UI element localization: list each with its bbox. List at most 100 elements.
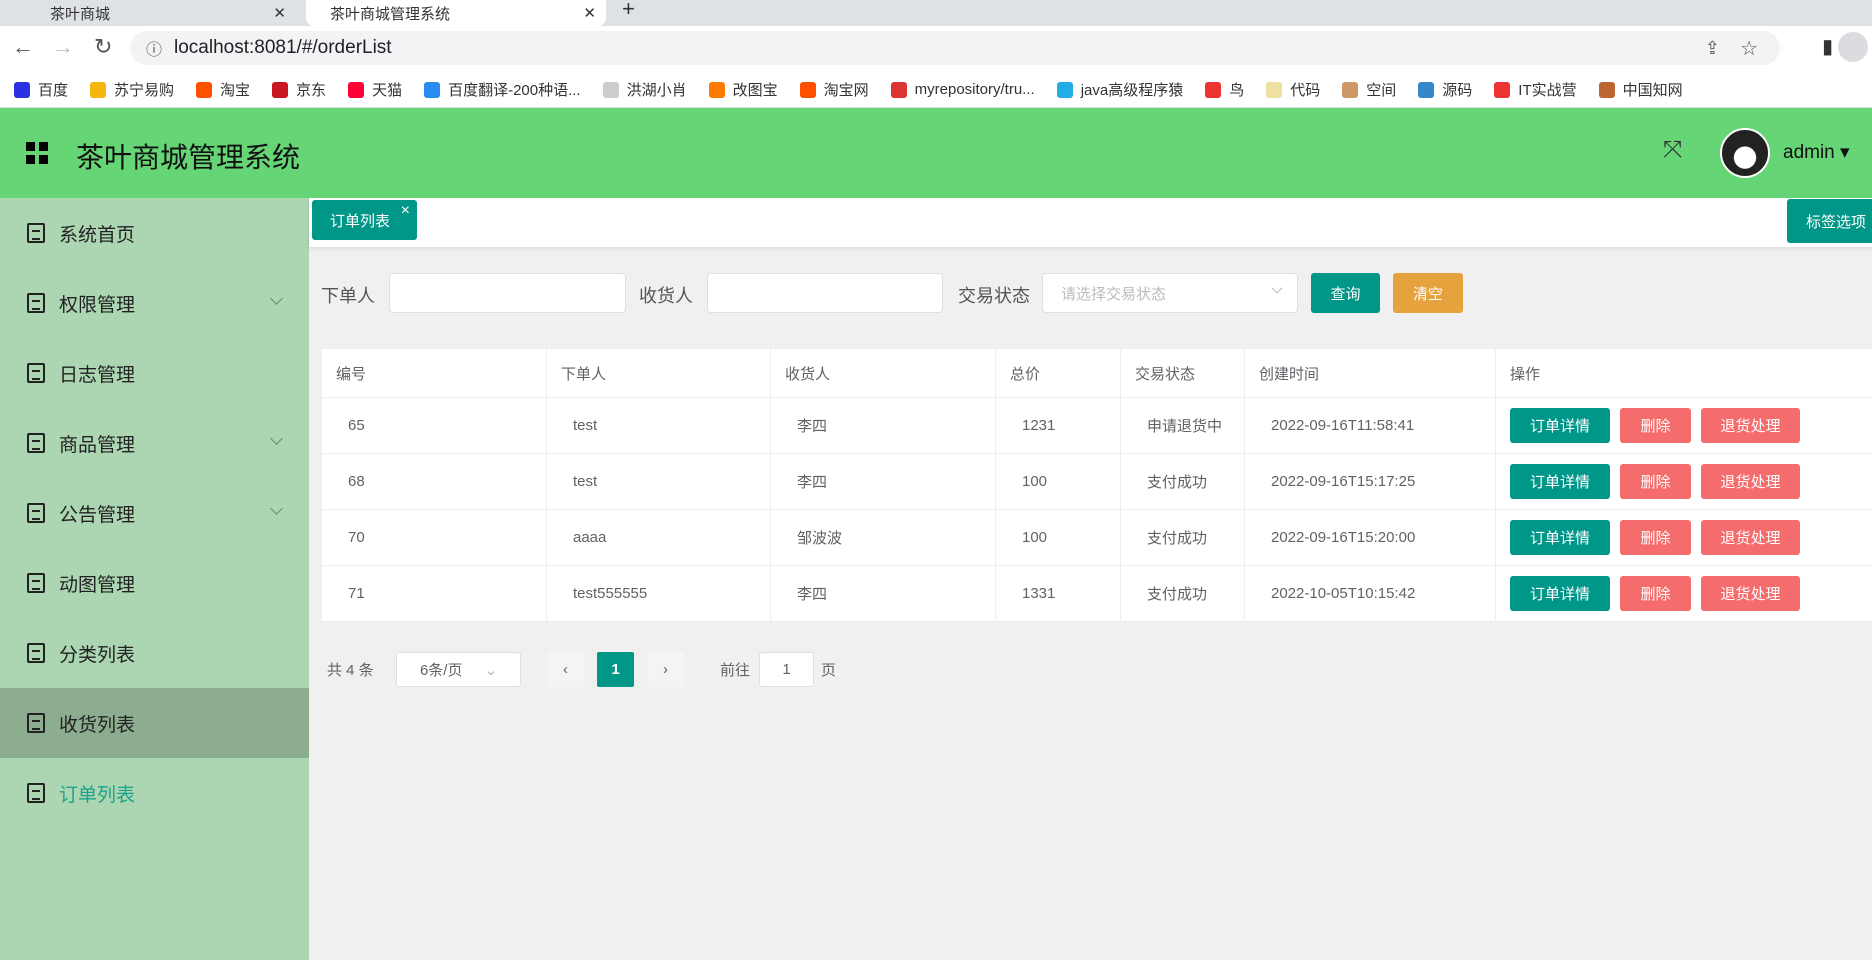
- tag-options-button[interactable]: 标签选项: [1787, 199, 1872, 243]
- document-icon: [27, 293, 45, 313]
- bookmark-icon: [348, 81, 365, 98]
- user-menu[interactable]: admin ▾: [1783, 141, 1850, 164]
- bookmark-item[interactable]: 淘宝网: [799, 79, 869, 100]
- status-label: 交易状态: [958, 286, 1030, 306]
- clear-button[interactable]: 清空: [1393, 273, 1463, 313]
- bookmark-icon: [1205, 81, 1222, 98]
- bookmark-item[interactable]: 京东: [272, 79, 326, 100]
- bookmark-item[interactable]: 中国知网: [1598, 79, 1683, 100]
- refund-button[interactable]: 退货处理: [1701, 464, 1800, 499]
- document-icon: [27, 643, 45, 663]
- sidebar: 系统首页 权限管理 日志管理 商品管理 公告管理 动图管理 分类列表 收货列表 订单列表: [0, 198, 309, 960]
- bookmark-item[interactable]: 百度: [14, 79, 68, 100]
- bookmark-item[interactable]: 空间: [1342, 79, 1396, 100]
- refund-button[interactable]: 退货处理: [1701, 408, 1800, 443]
- info-icon: ⓘ: [146, 42, 163, 59]
- delete-button[interactable]: 删除: [1620, 520, 1691, 555]
- star-icon[interactable]: ☆: [1740, 36, 1758, 61]
- bookmark-item[interactable]: 代码: [1266, 79, 1320, 100]
- table-cell: test: [547, 454, 771, 509]
- bookmark-item[interactable]: java高级程序猿: [1056, 79, 1183, 100]
- page-1-button[interactable]: 1: [597, 652, 634, 687]
- sidebar-item[interactable]: 订单列表: [0, 758, 309, 828]
- avatar[interactable]: [1720, 128, 1770, 178]
- sidebar-item[interactable]: 系统首页: [0, 198, 309, 268]
- table-cell: 2022-10-05T10:15:42: [1245, 566, 1496, 621]
- order-detail-button[interactable]: 订单详情: [1510, 576, 1610, 611]
- page-size-select[interactable]: 6条/页 ⌄: [396, 652, 521, 687]
- sidebar-toggle-icon[interactable]: ▮: [1822, 34, 1833, 59]
- document-icon: [27, 363, 45, 383]
- sidebar-item[interactable]: 商品管理: [0, 408, 309, 478]
- bookmark-item[interactable]: 洪湖小肖: [602, 79, 687, 100]
- close-icon[interactable]: ✕: [273, 4, 286, 22]
- receiver-input[interactable]: [707, 273, 943, 313]
- back-icon[interactable]: ←: [12, 34, 34, 60]
- new-tab-icon[interactable]: +: [622, 0, 635, 22]
- bookmark-item[interactable]: 淘宝: [196, 79, 250, 100]
- fullscreen-icon[interactable]: ⤧: [1663, 136, 1682, 164]
- bookmark-item[interactable]: 改图宝: [708, 79, 778, 100]
- browser-tab-active[interactable]: 茶叶商城管理系统 ✕: [306, 0, 606, 26]
- order-detail-button[interactable]: 订单详情: [1510, 520, 1610, 555]
- document-icon: [27, 713, 45, 733]
- refund-button[interactable]: 退货处理: [1701, 520, 1800, 555]
- table-cell: 71: [322, 566, 547, 621]
- order-detail-button[interactable]: 订单详情: [1510, 408, 1610, 443]
- table-cell: 100: [996, 510, 1121, 565]
- share-icon[interactable]: ⇪: [1705, 38, 1720, 59]
- bookmark-item[interactable]: myrepository/tru...: [890, 81, 1035, 98]
- order-detail-button[interactable]: 订单详情: [1510, 464, 1610, 499]
- delete-button[interactable]: 删除: [1620, 464, 1691, 499]
- bookmark-icon: [272, 81, 289, 98]
- sidebar-item[interactable]: 收货列表: [0, 688, 309, 758]
- status-select[interactable]: 请选择交易状态: [1042, 273, 1298, 313]
- bookmark-item[interactable]: IT实战营: [1494, 79, 1577, 100]
- orders-table: 编号 下单人 收货人 总价 交易状态 创建时间 操作 65 test 李四 1231 申请退货中 202…: [322, 349, 1872, 622]
- chevron-down-icon: [270, 292, 283, 305]
- sidebar-item[interactable]: 权限管理: [0, 268, 309, 338]
- browser-tabstrip: 茶叶商城 ✕ 茶叶商城管理系统 ✕ +: [0, 0, 1872, 26]
- prev-page-button[interactable]: ‹: [547, 652, 584, 687]
- tag-order-list[interactable]: 订单列表 ×: [312, 200, 417, 240]
- document-icon: [27, 433, 45, 453]
- sidebar-item[interactable]: 日志管理: [0, 338, 309, 408]
- menu-grid-icon[interactable]: [26, 142, 48, 164]
- forward-icon[interactable]: →: [52, 34, 74, 60]
- goto-page-input[interactable]: 1: [759, 652, 814, 687]
- bookmark-icon: [799, 81, 816, 98]
- bookmark-item[interactable]: 天猫: [348, 79, 402, 100]
- profile-icon[interactable]: [1838, 32, 1868, 62]
- page-suffix: 页: [821, 662, 837, 679]
- bookmark-item[interactable]: 百度翻译-200种语...: [424, 79, 581, 100]
- chevron-down-icon: ⌄: [484, 661, 498, 679]
- bookmark-icon: [424, 81, 441, 98]
- table-cell: 李四: [771, 398, 996, 453]
- column-header: 收货人: [771, 349, 996, 397]
- table-cell: 邹波波: [771, 510, 996, 565]
- close-icon[interactable]: ✕: [583, 4, 596, 22]
- sidebar-item[interactable]: 动图管理: [0, 548, 309, 618]
- table-cell: 2022-09-16T15:17:25: [1245, 454, 1496, 509]
- bookmark-item[interactable]: 源码: [1418, 79, 1472, 100]
- bookmark-icon: [602, 81, 619, 98]
- delete-button[interactable]: 删除: [1620, 408, 1691, 443]
- table-cell: aaaa: [547, 510, 771, 565]
- orderer-label: 下单人: [321, 286, 375, 306]
- close-icon[interactable]: ×: [401, 202, 410, 220]
- query-button[interactable]: 查询: [1311, 273, 1380, 313]
- delete-button[interactable]: 删除: [1620, 576, 1691, 611]
- browser-tab[interactable]: 茶叶商城 ✕: [26, 0, 296, 26]
- url-input[interactable]: ⓘ localhost:8081/#/orderList ⇪ ☆: [130, 31, 1780, 65]
- sidebar-item[interactable]: 分类列表: [0, 618, 309, 688]
- bookmark-item[interactable]: 苏宁易购: [90, 79, 174, 100]
- document-icon: [27, 573, 45, 593]
- bookmark-item[interactable]: 鸟: [1205, 79, 1244, 100]
- bookmark-icon: [708, 81, 725, 98]
- orderer-input[interactable]: [389, 273, 626, 313]
- refund-button[interactable]: 退货处理: [1701, 576, 1800, 611]
- sidebar-item[interactable]: 公告管理: [0, 478, 309, 548]
- reload-icon[interactable]: ↻: [94, 34, 112, 60]
- bookmarks-bar: 百度 苏宁易购 淘宝 京东 天猫 百度翻译-200种语... 洪湖小肖 改图宝 淘宝网 myrep…: [0, 72, 1872, 108]
- next-page-button[interactable]: ›: [647, 652, 684, 687]
